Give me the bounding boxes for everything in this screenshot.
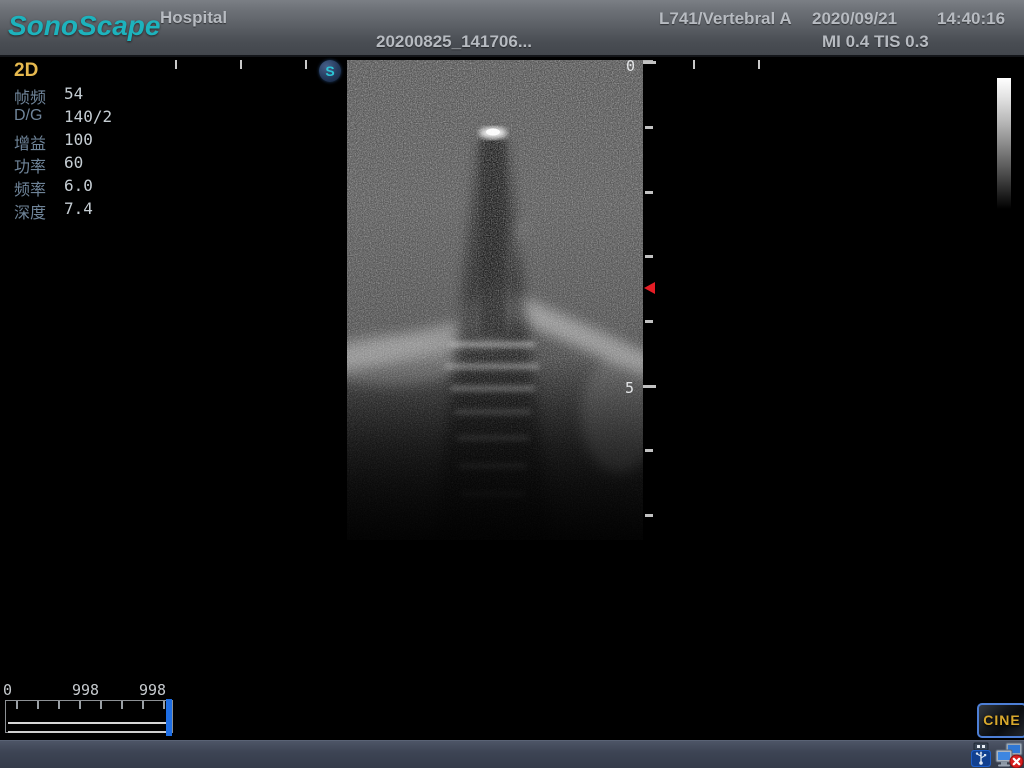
depth-label-0: 0 (626, 57, 635, 75)
probe-preset: L741/Vertebral A (659, 9, 792, 29)
param-row-gain: 增益 100 (14, 130, 194, 153)
param-label: 帧频 (14, 84, 46, 108)
header-bar: SonoScape Hospital L741/Vertebral A 2020… (0, 0, 1024, 57)
param-label: 频率 (14, 176, 46, 200)
param-label: 增益 (14, 130, 46, 154)
depth-label-5: 5 (625, 379, 634, 397)
param-value: 140/2 (64, 107, 112, 126)
system-date: 2020/09/21 (812, 9, 897, 29)
hospital-name: Hospital (160, 8, 227, 28)
param-value: 54 (64, 84, 83, 103)
param-value: 6.0 (64, 176, 93, 195)
ultrasound-image (347, 60, 643, 540)
param-label: 功率 (14, 153, 46, 177)
network-error-icon[interactable] (995, 742, 1024, 768)
param-label: 深度 (14, 199, 46, 223)
param-row-power: 功率 60 (14, 153, 194, 176)
cine-track-line (8, 722, 168, 733)
ultrasound-scan-canvas (347, 60, 643, 540)
focus-marker-icon (644, 282, 655, 294)
exam-id: 20200825_141706... (376, 32, 532, 52)
param-value: 100 (64, 130, 93, 149)
param-label: D/G (14, 107, 42, 125)
sonoscape-logo: SonoScape (8, 10, 160, 42)
mi-tis-readout: MI 0.4 TIS 0.3 (822, 32, 929, 52)
cine-start-frame: 0 (3, 681, 12, 699)
param-row-frequency: 频率 6.0 (14, 176, 194, 199)
cine-progress-bar[interactable] (5, 700, 173, 733)
cine-position-marker[interactable] (166, 699, 172, 736)
param-value: 7.4 (64, 199, 93, 218)
ultrasound-system-screen: SonoScape Hospital L741/Vertebral A 2020… (0, 0, 1024, 768)
cine-button[interactable]: CINE (977, 703, 1024, 738)
mode-label: 2D (14, 60, 38, 82)
grayscale-bar (997, 78, 1011, 209)
param-row-depth: 深度 7.4 (14, 199, 194, 222)
cine-total-frames: 998 (139, 681, 166, 699)
param-row-frame-rate: 帧频 54 (14, 84, 194, 107)
taskbar (0, 740, 1024, 768)
param-row-dg: D/G 140/2 (14, 107, 194, 130)
probe-orientation-mark: S (319, 60, 341, 82)
cine-current-frame: 998 (72, 681, 99, 699)
system-time: 14:40:16 (937, 9, 1005, 29)
usb-icon[interactable] (969, 742, 995, 768)
param-value: 60 (64, 153, 83, 172)
